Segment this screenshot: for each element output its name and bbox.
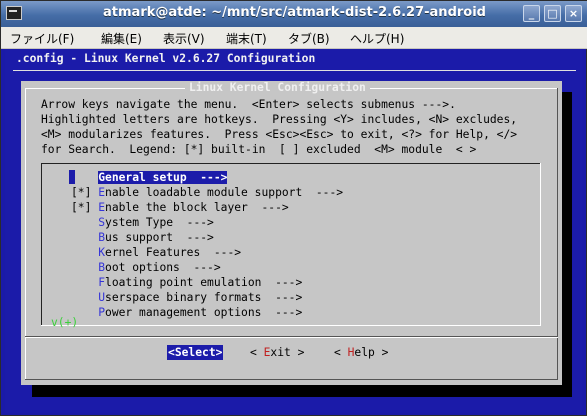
menu-item-label: us support ---> <box>105 231 214 244</box>
menu-item-checkbox <box>71 171 98 184</box>
menu-item-checkbox <box>71 276 98 289</box>
menu-help[interactable]: ヘルプ(H) <box>350 30 404 47</box>
menu-item-label: loating point emulation ---> <box>105 276 303 289</box>
help-button[interactable]: < Help > <box>334 345 388 360</box>
menu-item-hotkey: E <box>98 201 106 214</box>
menu-item-block-layer[interactable]: [*] Enable the block layer ---> <box>71 200 289 215</box>
menu-item-checkbox <box>71 231 98 244</box>
help-line: <M> modularizes features. Press <Esc><Es… <box>41 128 518 141</box>
menu-item-hotkey: E <box>98 186 106 199</box>
menu-item-label: eneral setup ---> <box>105 171 228 184</box>
menu-item-power-management-options[interactable]: Power management options ---> <box>71 305 302 320</box>
menu-item-checkbox <box>71 261 98 274</box>
menu-item-boot-options[interactable]: Boot options ---> <box>71 260 221 275</box>
menu-item-kernel-features[interactable]: Kernel Features ---> <box>71 245 241 260</box>
menu-item-label: serspace binary formats ---> <box>105 291 303 304</box>
menu-view[interactable]: 表示(V) <box>163 30 205 47</box>
scroll-indicator: v(+) <box>51 316 79 329</box>
menu-item-hotkey: K <box>98 246 106 259</box>
menu-item-system-type[interactable]: System Type ---> <box>71 215 214 230</box>
maximize-button[interactable]: □ <box>544 5 561 22</box>
help-text: Arrow keys navigate the menu. <Enter> se… <box>41 97 517 157</box>
menu-item-floating-point-emulation[interactable]: Floating point emulation ---> <box>71 275 302 290</box>
config-dialog: Linux Kernel Configuration Arrow keys na… <box>21 81 562 385</box>
menu-item-hotkey: S <box>98 216 106 229</box>
help-line: for Search. Legend: [*] built-in [ ] exc… <box>41 143 477 156</box>
menu-item-label: ystem Type ---> <box>105 216 214 229</box>
menu-tabs[interactable]: タブ(B) <box>288 30 330 47</box>
menu-item-hotkey: U <box>98 291 106 304</box>
menu-item-checkbox: [*] <box>71 201 99 214</box>
menu-item-label: nable loadable module support ---> <box>105 186 344 199</box>
config-header: .config - Linux Kernel v2.6.27 Configura… <box>16 52 316 65</box>
terminal-window: atmark@atde: ~/mnt/src/atmark-dist-2.6.2… <box>0 0 587 416</box>
menu-item-checkbox <box>71 291 98 304</box>
menu-item-label: oot options ---> <box>105 261 221 274</box>
exit-button[interactable]: < Exit > <box>250 345 304 360</box>
help-line: Highlighted letters are hotkeys. Pressin… <box>41 113 518 126</box>
minimize-button[interactable]: _ <box>523 5 540 22</box>
button-row: <Select> < Exit > < Help > <box>21 345 562 361</box>
terminal-screen[interactable]: .config - Linux Kernel v2.6.27 Configura… <box>5 49 582 413</box>
menu-terminal[interactable]: 端末(T) <box>226 30 267 47</box>
menu-item-checkbox: [*] <box>71 186 99 199</box>
menu-item-hotkey: B <box>98 261 106 274</box>
close-button[interactable]: × <box>565 5 582 22</box>
menu-item-loadable-module-support[interactable]: [*] Enable loadable module support ---> <box>71 185 343 200</box>
menu-item-hotkey: G <box>98 171 106 184</box>
menu-item-label: ernel Features ---> <box>105 246 242 259</box>
menu-item-hotkey: P <box>98 306 106 319</box>
header-rule <box>13 70 576 71</box>
menu-item-hotkey: B <box>98 231 106 244</box>
menu-bar: ファイル(F) 編集(E) 表示(V) 端末(T) タブ(B) ヘルプ(H) <box>1 27 587 49</box>
help-line: Arrow keys navigate the menu. <Enter> se… <box>41 98 456 111</box>
menu-file[interactable]: ファイル(F) <box>10 30 74 47</box>
menu-item-label: ower management options ---> <box>105 306 303 319</box>
window-title: atmark@atde: ~/mnt/src/atmark-dist-2.6.2… <box>103 5 486 20</box>
menu-item-checkbox <box>71 246 98 259</box>
select-button[interactable]: <Select> <box>167 345 224 360</box>
dialog-title: Linux Kernel Configuration <box>185 81 370 95</box>
menu-item-checkbox <box>71 216 98 229</box>
menu-list: General setup ---> [*] Enable loadable mo… <box>41 163 541 326</box>
menu-item-general-setup[interactable]: General setup ---> <box>71 170 228 185</box>
title-bar[interactable]: atmark@atde: ~/mnt/src/atmark-dist-2.6.2… <box>1 1 587 27</box>
menu-item-bus-support[interactable]: Bus support ---> <box>71 230 214 245</box>
menu-item-label: nable the block layer ---> <box>105 201 289 214</box>
menu-item-userspace-binary-formats[interactable]: Userspace binary formats ---> <box>71 290 302 305</box>
menu-edit[interactable]: 編集(E) <box>101 30 142 47</box>
menu-item-hotkey: F <box>98 276 106 289</box>
